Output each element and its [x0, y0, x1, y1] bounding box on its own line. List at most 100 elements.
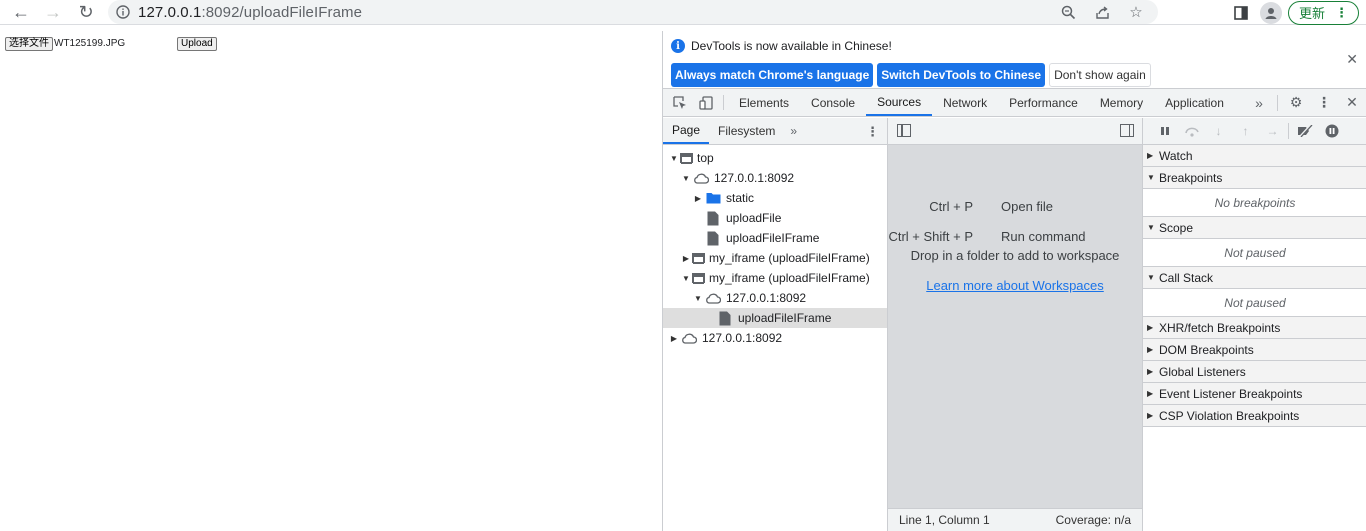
- expand-arrow-icon[interactable]: ▶: [692, 194, 704, 203]
- browser-toolbar: ← → ↻ 127.0.0.1:8092/uploadFileIFrame ☆ …: [0, 0, 1366, 25]
- settings-gear-icon[interactable]: ⚙: [1282, 94, 1310, 111]
- csp-violation-breakpoints-pane-header[interactable]: ▶ CSP Violation Breakpoints: [1143, 405, 1366, 427]
- bookmark-star-icon[interactable]: ☆: [1120, 0, 1152, 24]
- deactivate-breakpoints-icon[interactable]: [1291, 121, 1318, 141]
- cloud-icon: [692, 173, 710, 184]
- expand-arrow-icon[interactable]: ▶: [680, 254, 692, 263]
- tree-item[interactable]: ▼ 127.0.0.1:8092: [663, 288, 887, 308]
- close-icon[interactable]: ✕: [1346, 51, 1358, 68]
- tree-item[interactable]: uploadFileIFrame: [663, 308, 887, 328]
- expand-arrow-icon: ▶: [1147, 323, 1154, 332]
- collapse-arrow-icon[interactable]: ▼: [680, 174, 692, 183]
- pause-icon[interactable]: [1151, 121, 1178, 141]
- coverage-status[interactable]: Coverage: n/a: [1056, 513, 1131, 527]
- tree-item-label: 127.0.0.1:8092: [702, 331, 783, 345]
- tree-item[interactable]: ▶ my_iframe (uploadFileIFrame): [663, 248, 887, 268]
- editor-status-bar: Line 1, Column 1 Coverage: n/a: [888, 508, 1142, 531]
- upload-button[interactable]: Upload: [177, 37, 217, 51]
- frame-icon: [692, 273, 705, 284]
- step-out-icon[interactable]: ↑: [1232, 121, 1259, 141]
- tree-item[interactable]: ▼ 127.0.0.1:8092: [663, 168, 887, 188]
- tree-item[interactable]: ▶ 127.0.0.1:8092: [663, 328, 887, 348]
- share-icon[interactable]: [1086, 0, 1118, 24]
- forward-arrow-icon[interactable]: →: [40, 1, 66, 23]
- tab-elements[interactable]: Elements: [728, 89, 800, 116]
- back-arrow-icon[interactable]: ←: [8, 1, 34, 23]
- tree-item-label: my_iframe (uploadFileIFrame): [709, 251, 870, 265]
- tab-application[interactable]: Application: [1154, 89, 1235, 116]
- side-panel-icon[interactable]: [1228, 1, 1254, 25]
- pane-title: Global Listeners: [1159, 364, 1246, 379]
- dont-show-again-button[interactable]: Don't show again: [1049, 63, 1151, 87]
- choose-file-button[interactable]: 选择文件: [5, 37, 53, 51]
- collapse-arrow-icon[interactable]: ▼: [692, 294, 704, 303]
- profile-avatar[interactable]: [1260, 1, 1282, 24]
- scope-pane-header[interactable]: ▼ Scope: [1143, 217, 1366, 239]
- close-devtools-icon[interactable]: ✕: [1338, 94, 1366, 111]
- address-bar[interactable]: 127.0.0.1:8092/uploadFileIFrame ☆: [108, 0, 1158, 24]
- shortcut-keys: Ctrl + Shift + P: [888, 228, 973, 244]
- more-tabs-icon[interactable]: »: [784, 118, 803, 144]
- language-infobar: i DevTools is now available in Chinese! …: [663, 31, 1366, 89]
- pane-title: Event Listener Breakpoints: [1159, 386, 1303, 401]
- tab-sources[interactable]: Sources: [866, 89, 933, 116]
- tab-page[interactable]: Page: [663, 118, 710, 144]
- tree-item[interactable]: ▶ static: [663, 188, 887, 208]
- frame-icon: [692, 253, 705, 264]
- collapse-arrow-icon[interactable]: ▼: [680, 274, 692, 283]
- dom-breakpoints-pane-header[interactable]: ▶ DOM Breakpoints: [1143, 339, 1366, 361]
- collapse-arrow-icon[interactable]: ▼: [668, 154, 680, 163]
- toggle-debugger-icon[interactable]: [1120, 124, 1134, 137]
- always-match-language-button[interactable]: Always match Chrome's language: [671, 63, 874, 87]
- call-stack-not-paused-text: Not paused: [1143, 289, 1366, 317]
- navigator-menu-icon[interactable]: ⋮: [866, 124, 879, 140]
- more-tabs-icon[interactable]: »: [1245, 95, 1273, 111]
- tree-item[interactable]: uploadFileIFrame: [663, 228, 887, 248]
- watch-pane-header[interactable]: ▶ Watch: [1143, 145, 1366, 167]
- cursor-position: Line 1, Column 1: [899, 513, 990, 527]
- cloud-icon: [680, 333, 698, 344]
- expand-arrow-icon: ▶: [1147, 151, 1154, 160]
- breakpoints-pane-header[interactable]: ▼ Breakpoints: [1143, 167, 1366, 189]
- tree-item[interactable]: uploadFile: [663, 208, 887, 228]
- expand-arrow-icon[interactable]: ▶: [668, 334, 680, 343]
- step-over-icon[interactable]: [1178, 121, 1205, 141]
- tab-performance[interactable]: Performance: [998, 89, 1089, 116]
- step-icon[interactable]: →: [1259, 121, 1286, 141]
- url-text: 127.0.0.1:8092/uploadFileIFrame: [138, 3, 363, 21]
- customize-menu-icon[interactable]: ⋮: [1310, 94, 1338, 111]
- tree-item[interactable]: ▼ top: [663, 148, 887, 168]
- tree-item[interactable]: ▼ my_iframe (uploadFileIFrame): [663, 268, 887, 288]
- frame-icon: [680, 153, 693, 164]
- file-icon: [704, 211, 722, 226]
- device-toolbar-icon[interactable]: [693, 89, 719, 116]
- step-into-icon[interactable]: ↓: [1205, 121, 1232, 141]
- switch-to-chinese-button[interactable]: Switch DevTools to Chinese: [877, 63, 1046, 87]
- learn-workspaces-link[interactable]: Learn more about Workspaces: [888, 278, 1142, 293]
- call-stack-pane-header[interactable]: ▼ Call Stack: [1143, 267, 1366, 289]
- tree-item-label: 127.0.0.1:8092: [714, 171, 795, 185]
- reload-icon[interactable]: ↻: [73, 1, 99, 23]
- tab-network[interactable]: Network: [932, 89, 998, 116]
- tab-console[interactable]: Console: [800, 89, 866, 116]
- xhr-breakpoints-pane-header[interactable]: ▶ XHR/fetch Breakpoints: [1143, 317, 1366, 339]
- shortcut-keys: Ctrl + P: [929, 198, 973, 214]
- event-listener-breakpoints-pane-header[interactable]: ▶ Event Listener Breakpoints: [1143, 383, 1366, 405]
- global-listeners-pane-header[interactable]: ▶ Global Listeners: [1143, 361, 1366, 383]
- site-info-icon[interactable]: [108, 5, 138, 19]
- tree-item-label: uploadFileIFrame: [738, 311, 832, 325]
- pause-on-exceptions-icon[interactable]: [1318, 121, 1345, 141]
- file-navigator: Page Filesystem » ⋮ ▼ top ▼ 127.0.0.1:8092 ▶…: [663, 118, 888, 531]
- page-content: 选择文件 WT125199.JPG Upload: [0, 26, 662, 531]
- tree-item-label: static: [726, 191, 755, 205]
- toggle-navigator-icon[interactable]: [897, 124, 911, 137]
- pane-title: Scope: [1159, 220, 1194, 235]
- pane-title: Watch: [1159, 148, 1193, 163]
- inspect-element-icon[interactable]: [667, 89, 693, 116]
- sources-panel: Page Filesystem » ⋮ ▼ top ▼ 127.0.0.1:8092 ▶…: [663, 118, 1366, 531]
- update-button[interactable]: 更新 ⋮: [1288, 0, 1360, 25]
- devtools-tabbar: Elements Console Sources Network Perform…: [663, 89, 1366, 117]
- tab-memory[interactable]: Memory: [1089, 89, 1154, 116]
- tab-filesystem[interactable]: Filesystem: [709, 118, 784, 144]
- zoom-icon[interactable]: [1052, 0, 1084, 24]
